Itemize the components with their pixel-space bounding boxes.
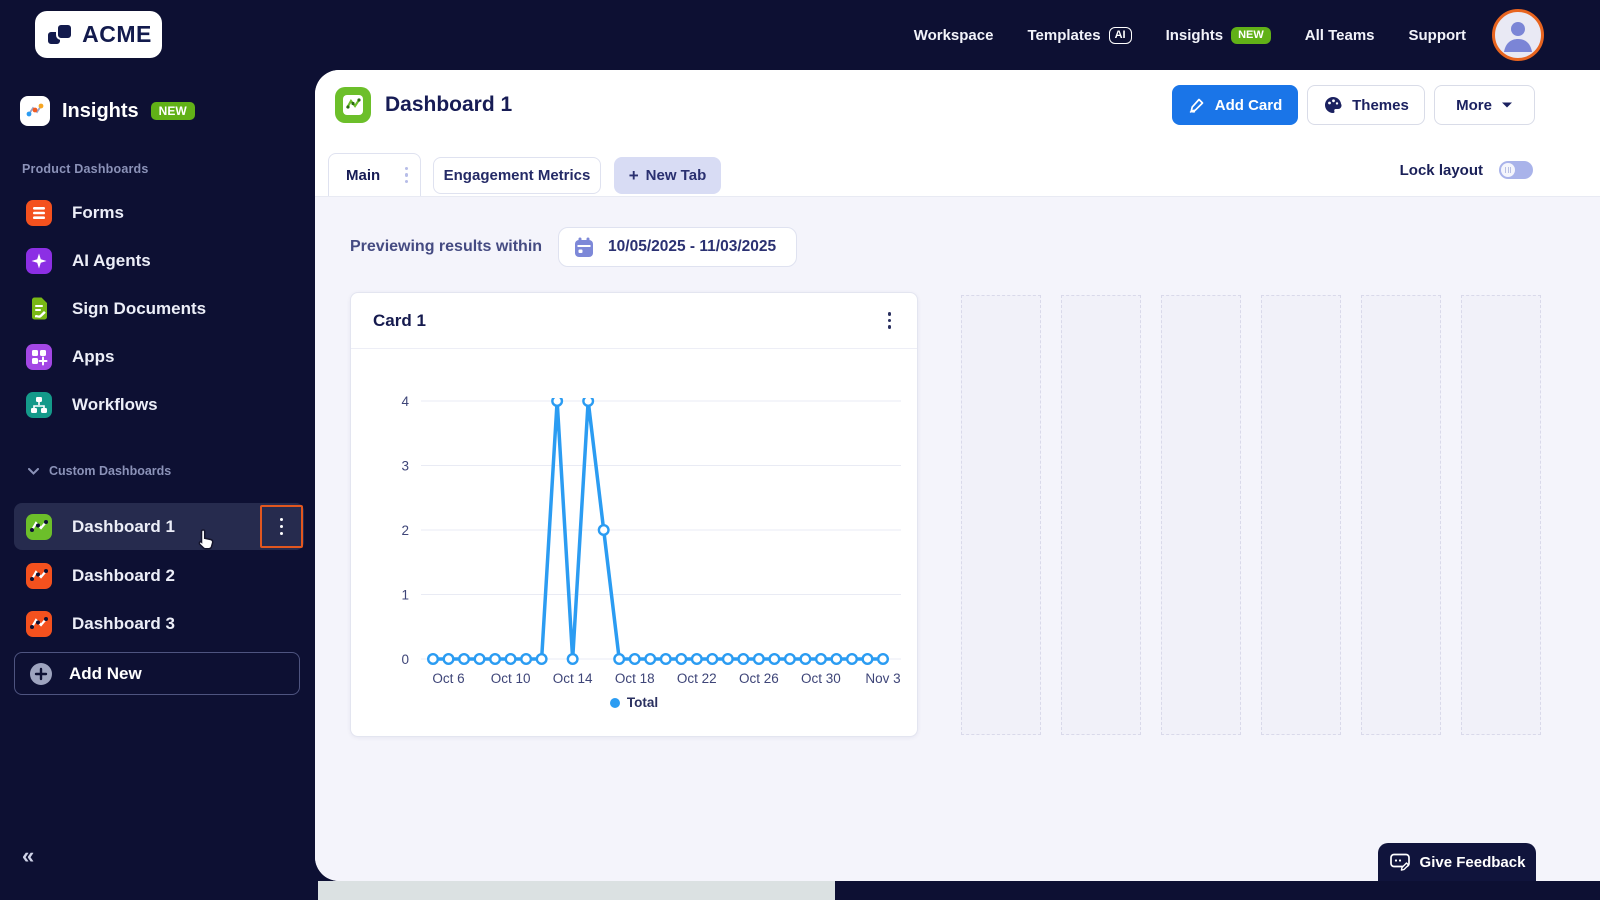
add-new-button[interactable]: Add New (14, 652, 300, 695)
section-product-dashboards: Product Dashboards (22, 162, 149, 176)
sidebar-item-dashboard-3[interactable]: Dashboard 3 (14, 600, 304, 647)
feedback-chat-icon (1389, 853, 1410, 871)
kebab-icon (279, 517, 284, 536)
date-filter-label: Previewing results within (350, 238, 543, 255)
more-button[interactable]: More (1434, 85, 1535, 125)
calendar-icon (575, 237, 594, 257)
dashboard-header: Dashboard 1 Add Card Themes More Main En… (315, 70, 1600, 197)
acme-logo-icon (46, 22, 74, 46)
grid-placeholder-column (1261, 295, 1341, 735)
sidebar-item-workflows[interactable]: Workflows (0, 382, 300, 428)
workflows-icon (26, 392, 52, 418)
lock-layout-label: Lock layout (1399, 161, 1483, 179)
nav-templates[interactable]: Templates AI (1027, 26, 1132, 44)
tab-engagement-metrics[interactable]: Engagement Metrics (433, 157, 601, 194)
svg-text:Oct 30: Oct 30 (801, 671, 841, 686)
sign-documents-icon (32, 297, 47, 320)
svg-text:Oct 14: Oct 14 (553, 671, 593, 686)
ai-agents-icon (26, 248, 52, 274)
svg-text:Oct 22: Oct 22 (677, 671, 717, 686)
sidebar-item-ai-agents[interactable]: AI Agents (0, 238, 300, 284)
grid-placeholder-column (1061, 295, 1141, 735)
line-chart: 0 1 2 3 4 Oct 6 Oct 10 Oct 14 Oct 18 Oct 22 Oct 26… (401, 394, 901, 686)
legend-label: Total (626, 695, 659, 710)
svg-text:Nov 3: Nov 3 (865, 671, 900, 686)
lock-layout-toggle[interactable] (1499, 161, 1533, 179)
horizontal-scrollbar (0, 881, 1600, 900)
page-title: Dashboard 1 (385, 93, 513, 116)
svg-text:0: 0 (401, 652, 409, 667)
new-tab-button[interactable]: + New Tab (614, 157, 721, 194)
chart-legend: Total (351, 695, 917, 710)
sidebar-collapse-button[interactable]: « (22, 843, 34, 869)
svg-text:Oct 26: Oct 26 (739, 671, 779, 686)
logo-text: ACME (82, 21, 152, 47)
dashboard-title-icon (335, 87, 371, 123)
dashboard-1-menu-button[interactable] (260, 505, 303, 548)
plus-icon: + (628, 166, 639, 185)
svg-text:4: 4 (401, 394, 409, 409)
acme-logo[interactable]: ACME (35, 11, 162, 58)
tab-main[interactable]: Main (328, 153, 421, 196)
dashboard-1-icon (26, 513, 52, 540)
add-card-button[interactable]: Add Card (1172, 85, 1298, 125)
nav-insights[interactable]: Insights NEW (1166, 26, 1271, 44)
grid-placeholder-column (961, 295, 1041, 735)
main-panel: Dashboard 1 Add Card Themes More Main En… (315, 70, 1600, 881)
user-avatar[interactable] (1492, 9, 1544, 61)
forms-icon (26, 200, 52, 226)
dashboard-3-icon (26, 610, 52, 637)
svg-text:Oct 10: Oct 10 (491, 671, 531, 686)
chevron-down-icon (28, 467, 39, 475)
svg-text:Oct 18: Oct 18 (615, 671, 655, 686)
svg-text:1: 1 (401, 588, 409, 603)
grid-placeholder-column (1161, 295, 1241, 735)
dashboard-2-icon (26, 562, 52, 589)
card-title: Card 1 (373, 310, 426, 330)
apps-icon (26, 344, 52, 370)
svg-text:2: 2 (401, 523, 409, 538)
new-badge: NEW (1231, 26, 1271, 44)
card-menu-button[interactable] (884, 308, 896, 333)
nav-support[interactable]: Support (1409, 27, 1467, 44)
pen-icon (1189, 98, 1204, 113)
product-name: Insights (62, 99, 139, 122)
give-feedback-button[interactable]: Give Feedback (1378, 843, 1536, 881)
grid-placeholder-column (1361, 295, 1441, 735)
date-range-picker[interactable]: 10/05/2025 - 11/03/2025 (558, 227, 798, 267)
sidebar-item-sign-documents[interactable]: Sign Documents (0, 286, 300, 332)
sidebar-item-apps[interactable]: Apps (0, 334, 300, 380)
tab-menu-icon[interactable] (404, 166, 408, 184)
section-custom-dashboards[interactable]: Custom Dashboards (28, 464, 171, 478)
palette-icon (1325, 96, 1342, 113)
nav-workspace[interactable]: Workspace (914, 27, 994, 44)
nav-all-teams[interactable]: All Teams (1305, 27, 1375, 44)
date-range-value: 10/05/2025 - 11/03/2025 (608, 238, 777, 255)
sidebar: ACME Insights NEW Product Dashboards For… (0, 0, 315, 881)
sidebar-item-dashboard-1[interactable]: Dashboard 1 (14, 503, 304, 550)
svg-text:3: 3 (401, 459, 409, 474)
plus-circle-icon (30, 662, 52, 685)
grid-placeholder-column (1461, 295, 1541, 735)
card-1: Card 1 0 1 2 3 4 Oct 6 Oct 10 Oct 14 Oct 18 Oct 2… (350, 292, 918, 737)
legend-dot-icon (609, 697, 620, 708)
toggle-knob (1501, 163, 1515, 177)
sidebar-item-forms[interactable]: Forms (0, 190, 300, 236)
caret-down-icon (1501, 102, 1512, 108)
svg-text:Oct 6: Oct 6 (432, 671, 464, 686)
sidebar-item-dashboard-2[interactable]: Dashboard 2 (14, 552, 304, 599)
ai-badge: AI (1108, 26, 1132, 44)
themes-button[interactable]: Themes (1307, 85, 1425, 125)
scrollbar-thumb[interactable] (318, 881, 835, 900)
dashboard-content: Previewing results within 10/05/2025 - 1… (315, 197, 1600, 881)
insights-icon (20, 96, 50, 126)
new-badge: NEW (150, 102, 195, 120)
product-insights[interactable]: Insights NEW (20, 96, 195, 126)
person-icon (1504, 22, 1532, 52)
